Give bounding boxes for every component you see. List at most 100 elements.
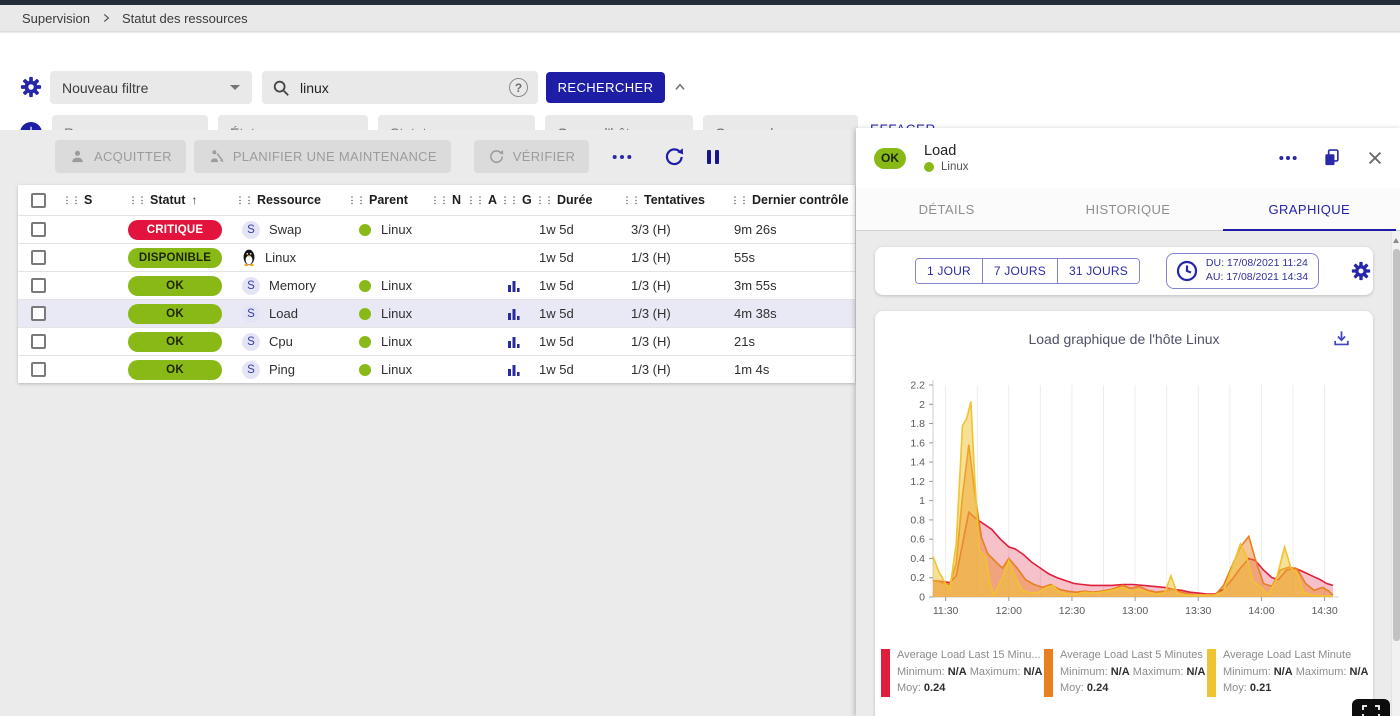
check-button[interactable]: VÉRIFIER: [474, 140, 589, 173]
resource-name[interactable]: Swap: [269, 222, 302, 237]
drag-handle-icon[interactable]: ⋮⋮: [730, 195, 748, 205]
collapse-filters-chevron-icon[interactable]: [672, 79, 688, 95]
copy-link-icon[interactable]: [1322, 148, 1342, 168]
filter-settings-gear-icon[interactable]: [20, 76, 42, 98]
graph-icon[interactable]: [507, 279, 521, 293]
drag-handle-icon[interactable]: ⋮⋮: [466, 195, 484, 205]
search-help-icon[interactable]: ?: [509, 78, 528, 97]
drag-handle-icon[interactable]: ⋮⋮: [347, 195, 365, 205]
parent-name[interactable]: Linux: [381, 306, 412, 321]
tab-graphique[interactable]: GRAPHIQUE: [1219, 188, 1400, 230]
graph-settings-gear-icon[interactable]: [1351, 261, 1371, 281]
time-range-button-31-jours[interactable]: 31 JOURS: [1057, 259, 1139, 283]
drag-handle-icon[interactable]: ⋮⋮: [535, 195, 553, 205]
pause-icon[interactable]: [705, 148, 721, 166]
column-header-parent[interactable]: ⋮⋮Parent: [347, 193, 430, 207]
legend-item[interactable]: Average Load Last 15 Minu...Minimum: N/A…: [881, 647, 1044, 697]
resource-name[interactable]: Ping: [269, 362, 295, 377]
acknowledge-button[interactable]: ACQUITTER: [55, 140, 186, 173]
tab-détails[interactable]: DÉTAILS: [856, 188, 1037, 230]
panel-more-icon[interactable]: [1278, 154, 1298, 162]
row-checkbox[interactable]: [31, 278, 46, 293]
column-header-statut[interactable]: ⋮⋮Statut↑: [128, 193, 235, 207]
parent-cell[interactable]: Linux: [347, 362, 430, 377]
resource-list-area: ACQUITTER PLANIFIER UNE MAINTENANCE VÉRI…: [0, 130, 856, 716]
load-chart[interactable]: 00.20.40.60.811.21.41.61.822.211:3012:00…: [887, 375, 1359, 637]
row-checkbox[interactable]: [31, 222, 46, 237]
drag-handle-icon[interactable]: ⋮⋮: [235, 195, 253, 205]
resource-cell[interactable]: SSwap: [235, 221, 347, 239]
fullscreen-button[interactable]: [1352, 699, 1390, 716]
table-row-linux[interactable]: DISPONIBLELinux1w 5d1/3 (H)55s: [18, 243, 855, 271]
resource-name[interactable]: Memory: [269, 278, 316, 293]
row-checkbox[interactable]: [31, 334, 46, 349]
table-row-ping[interactable]: OKSPingLinux1w 5d1/3 (H)1m 4s: [18, 355, 855, 383]
status-pill: DISPONIBLE: [128, 248, 222, 268]
column-header-dur-e[interactable]: ⋮⋮Durée: [535, 193, 622, 207]
resource-cell[interactable]: SPing: [235, 361, 347, 379]
drag-handle-icon[interactable]: ⋮⋮: [62, 195, 80, 205]
legend-item[interactable]: Average Load Last MinuteMinimum: N/A Max…: [1207, 647, 1370, 697]
breadcrumb-supervision[interactable]: Supervision: [22, 11, 90, 26]
parent-name[interactable]: Linux: [381, 278, 412, 293]
select-all-checkbox[interactable]: [31, 193, 46, 208]
export-download-icon[interactable]: [1332, 329, 1351, 348]
time-range-button-1-jour[interactable]: 1 JOUR: [916, 259, 982, 283]
table-row-memory[interactable]: OKSMemoryLinux1w 5d1/3 (H)3m 55s: [18, 271, 855, 299]
search-box[interactable]: ?: [262, 71, 538, 104]
scrollbar-thumb[interactable]: [1393, 249, 1400, 641]
search-button[interactable]: RECHERCHER: [546, 72, 665, 103]
row-checkbox[interactable]: [31, 306, 46, 321]
legend-swatch: [1044, 649, 1053, 697]
search-input[interactable]: [300, 80, 509, 96]
parent-name[interactable]: Linux: [381, 334, 412, 349]
parent-name[interactable]: Linux: [381, 362, 412, 377]
resource-cell[interactable]: SMemory: [235, 277, 347, 295]
set-downtime-button[interactable]: PLANIFIER UNE MAINTENANCE: [194, 140, 451, 173]
table-row-load[interactable]: OKSLoadLinux1w 5d1/3 (H)4m 38s: [18, 299, 855, 327]
resource-cell[interactable]: SLoad: [235, 305, 347, 323]
drag-handle-icon[interactable]: ⋮⋮: [430, 195, 448, 205]
panel-subtitle[interactable]: Linux: [941, 161, 969, 173]
resource-name[interactable]: Linux: [265, 250, 296, 265]
refresh-icon[interactable]: [663, 146, 685, 168]
parent-name[interactable]: Linux: [381, 222, 412, 237]
column-header-g[interactable]: ⋮⋮G: [500, 193, 535, 207]
more-actions-icon[interactable]: [611, 153, 633, 161]
resource-name[interactable]: Load: [269, 306, 298, 321]
legend-item[interactable]: Average Load Last 5 MinutesMinimum: N/A …: [1044, 647, 1207, 697]
resource-name[interactable]: Cpu: [269, 334, 293, 349]
drag-handle-icon[interactable]: ⋮⋮: [128, 195, 146, 205]
parent-cell[interactable]: Linux: [347, 222, 430, 237]
row-checkbox[interactable]: [31, 362, 46, 377]
column-header-n[interactable]: ⋮⋮N: [430, 193, 466, 207]
tab-historique[interactable]: HISTORIQUE: [1037, 188, 1218, 230]
graph-icon[interactable]: [507, 363, 521, 377]
drag-handle-icon[interactable]: ⋮⋮: [622, 195, 640, 205]
scroll-up-arrow-icon[interactable]: [1393, 238, 1399, 243]
row-checkbox[interactable]: [31, 250, 46, 265]
resource-cell[interactable]: Linux: [235, 249, 347, 266]
table-row-swap[interactable]: CRITIQUESSwapLinux1w 5d3/3 (H)9m 26s: [18, 215, 855, 243]
svg-text:1.2: 1.2: [910, 476, 925, 488]
table-row-cpu[interactable]: OKSCpuLinux1w 5d1/3 (H)21s: [18, 327, 855, 355]
drag-handle-icon[interactable]: ⋮⋮: [500, 195, 518, 205]
sort-asc-icon[interactable]: ↑: [191, 193, 197, 207]
column-header-ressource[interactable]: ⋮⋮Ressource: [235, 193, 347, 207]
column-header-s[interactable]: ⋮⋮S: [62, 193, 128, 207]
graph-icon[interactable]: [507, 307, 521, 321]
parent-cell[interactable]: Linux: [347, 334, 430, 349]
column-label: A: [488, 193, 497, 207]
custom-period-picker[interactable]: DU: 17/08/2021 11:24 AU: 17/08/2021 14:3…: [1166, 253, 1319, 289]
time-range-button-7-jours[interactable]: 7 JOURS: [982, 259, 1057, 283]
parent-cell[interactable]: Linux: [347, 306, 430, 321]
panel-scrollbar[interactable]: [1391, 231, 1400, 716]
resource-cell[interactable]: SCpu: [235, 333, 347, 351]
column-header-a[interactable]: ⋮⋮ A: [466, 193, 500, 207]
close-icon[interactable]: [1366, 149, 1384, 167]
saved-filter-select[interactable]: Nouveau filtre: [50, 71, 252, 104]
graph-icon[interactable]: [507, 335, 521, 349]
column-header-dernier-contr-le[interactable]: ⋮⋮Dernier contrôle: [730, 193, 855, 207]
parent-cell[interactable]: Linux: [347, 278, 430, 293]
column-header-tentatives[interactable]: ⋮⋮Tentatives: [622, 193, 730, 207]
